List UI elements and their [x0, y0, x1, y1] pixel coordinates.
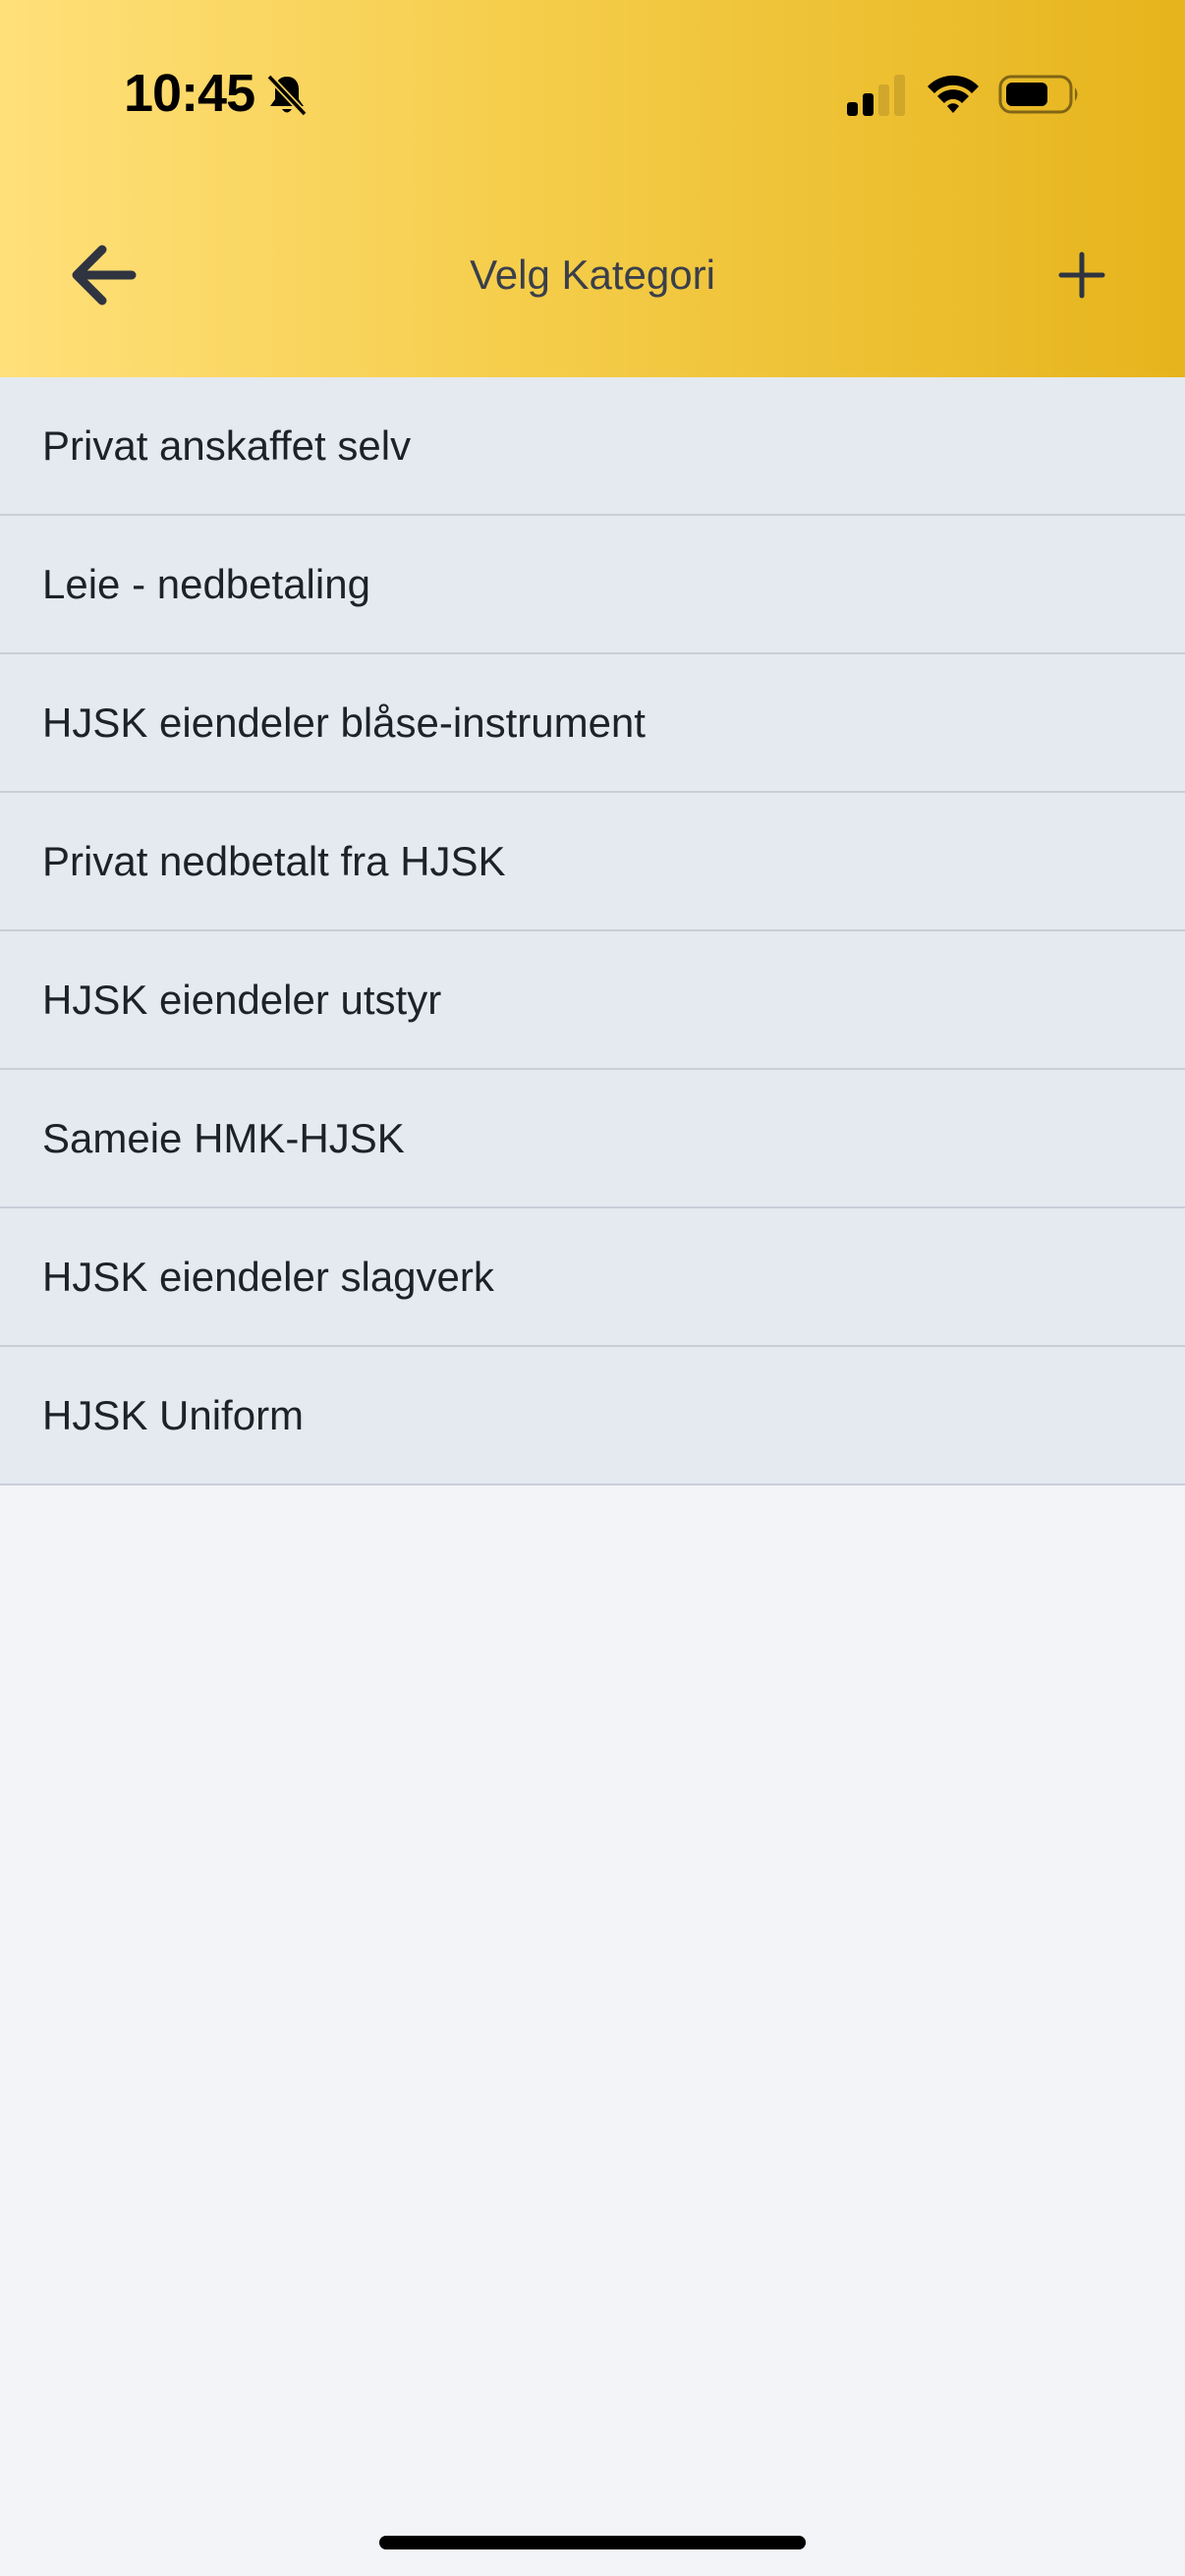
app-header: 10:45 Velg Kategori: [0, 0, 1185, 377]
list-item-category[interactable]: Privat nedbetalt fra HJSK: [0, 793, 1185, 931]
list-item-label: HJSK eiendeler blåse-instrument: [42, 699, 646, 746]
list-item-category[interactable]: HJSK Uniform: [0, 1347, 1185, 1485]
list-item-label: Leie - nedbetaling: [42, 560, 370, 607]
list-item-category[interactable]: Leie - nedbetaling: [0, 516, 1185, 654]
list-item-category[interactable]: HJSK eiendeler blåse-instrument: [0, 654, 1185, 793]
list-item-category[interactable]: Sameie HMK-HJSK: [0, 1070, 1185, 1208]
add-category-button[interactable]: [1030, 226, 1134, 324]
status-bar: 10:45: [0, 0, 1185, 187]
category-list: Privat anskaffet selv Leie - nedbetaling…: [0, 377, 1185, 1485]
battery-icon: [998, 75, 1078, 114]
list-item-label: HJSK Uniform: [42, 1391, 305, 1438]
list-item-label: HJSK eiendeler slagverk: [42, 1253, 494, 1300]
cellular-signal-icon: [847, 75, 905, 116]
list-item-category[interactable]: Privat anskaffet selv: [0, 377, 1185, 516]
list-item-label: Sameie HMK-HJSK: [42, 1114, 405, 1161]
list-item-category[interactable]: HJSK eiendeler slagverk: [0, 1208, 1185, 1347]
wifi-icon: [928, 75, 979, 113]
list-item-label: HJSK eiendeler utstyr: [42, 976, 442, 1023]
list-item-label: Privat nedbetalt fra HJSK: [42, 837, 506, 884]
page-title: Velg Kategori: [470, 252, 715, 298]
plus-icon: [1058, 252, 1105, 299]
list-item-category[interactable]: HJSK eiendeler utstyr: [0, 931, 1185, 1070]
list-item-label: Privat anskaffet selv: [42, 421, 412, 469]
home-indicator[interactable]: [379, 2536, 806, 2549]
bell-slash-icon: [266, 74, 308, 117]
navigation-bar: Velg Kategori: [0, 187, 1185, 377]
status-time: 10:45: [124, 64, 255, 123]
